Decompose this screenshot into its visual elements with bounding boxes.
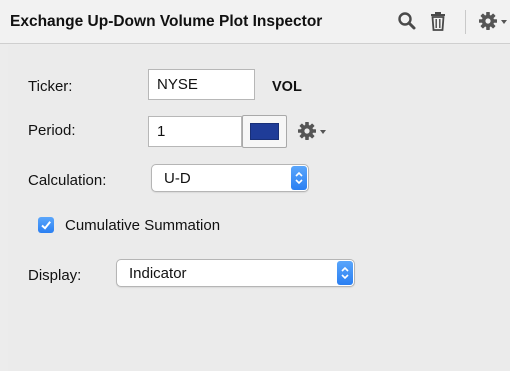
color-well[interactable]	[242, 115, 287, 148]
checkmark-icon	[41, 221, 51, 230]
display-select[interactable]: Indicator	[116, 259, 355, 287]
calculation-select-value: U-D	[164, 170, 191, 187]
gear-menu-icon[interactable]	[478, 10, 510, 32]
inspector-titlebar: Exchange Up-Down Volume Plot Inspector	[0, 0, 510, 44]
calculation-select-stepper-icon	[291, 166, 307, 190]
color-swatch	[250, 123, 279, 140]
display-select-value: Indicator	[129, 265, 187, 282]
calculation-label: Calculation:	[28, 172, 107, 189]
period-gear-menu-icon[interactable]	[297, 120, 333, 142]
calculation-select[interactable]: U-D	[151, 164, 309, 192]
cumulative-label[interactable]: Cumulative Summation	[65, 217, 220, 234]
ticker-label: Ticker:	[28, 78, 73, 95]
period-label: Period:	[28, 122, 76, 139]
trash-icon[interactable]	[429, 10, 447, 32]
search-icon[interactable]	[396, 10, 418, 32]
inspector-title: Exchange Up-Down Volume Plot Inspector	[10, 13, 323, 30]
display-select-stepper-icon	[337, 261, 353, 285]
ticker-input[interactable]	[148, 69, 255, 100]
cumulative-checkbox[interactable]	[38, 217, 54, 233]
inspector-panel: Ticker: VOL Period: Calculation:	[8, 45, 510, 371]
display-label: Display:	[28, 267, 82, 284]
period-input[interactable]	[148, 116, 242, 147]
toolbar-divider	[465, 10, 466, 34]
inspector-window: Exchange Up-Down Volume Plot Inspector T…	[0, 0, 510, 371]
ticker-suffix: VOL	[272, 79, 302, 95]
